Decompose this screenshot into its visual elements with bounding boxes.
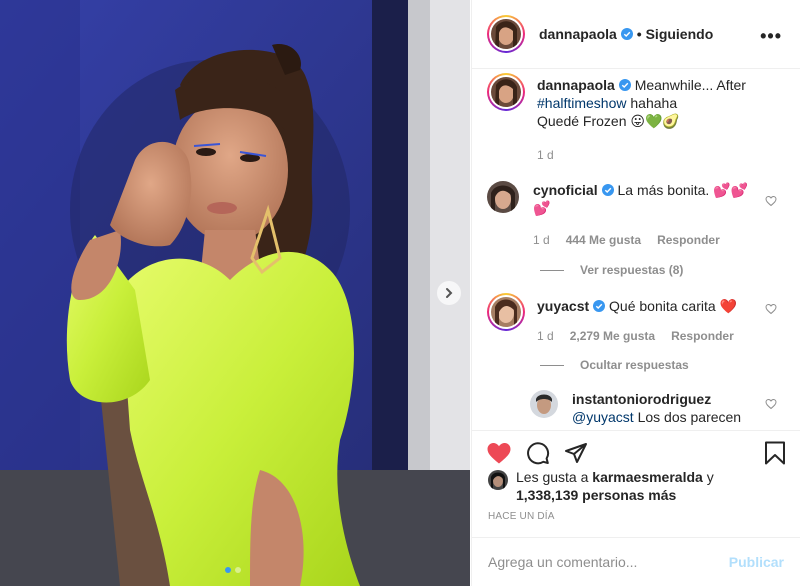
carousel-dot [235,567,241,573]
liker-username[interactable]: karmaesmeralda [592,469,703,485]
avatar-image [530,390,558,418]
chevron-right-icon [446,288,453,298]
more-icon[interactable]: ••• [760,26,782,47]
share-icon [565,442,587,463]
reply-avatar[interactable] [530,390,558,418]
caption-avatar[interactable] [487,73,525,111]
comment-username[interactable]: cynoficial [533,182,598,198]
caption-text: hahaha [630,95,678,111]
comment: yuyacst Qué bonita carita ❤️ 1 d 2,279 M… [487,293,785,345]
avatar-image [488,470,508,490]
following-status[interactable]: • Siguiendo [637,26,713,42]
heart-outline-icon[interactable] [765,195,777,207]
share-button[interactable] [564,441,588,465]
heart-outline-icon[interactable] [765,303,777,315]
comment-like-count[interactable]: 2,279 Me gusta [570,327,655,345]
verified-badge-icon [601,184,614,196]
caption-time: 1 d [537,148,554,162]
caption-text: Meanwhile... After [634,77,746,93]
verified-badge-icon [620,28,633,40]
reply-username[interactable]: instantoniorodriguez [572,391,711,407]
comment-avatar[interactable] [487,181,519,213]
caption-username[interactable]: dannapaola [537,77,615,93]
heart-filled-icon [487,442,511,463]
post-timestamp[interactable]: HACE UN DÍA [488,511,555,522]
comments-list: dannapaola Meanwhile... After #halftimes… [472,70,800,430]
comment-time: 1 d [537,329,554,343]
likes-prefix: Les gusta a [516,469,589,485]
carousel-dot-active [225,567,231,573]
reply-button[interactable]: Responder [657,231,720,249]
replies-divider [540,364,564,366]
replies-divider [540,269,564,271]
caption: dannapaola Meanwhile... After #halftimes… [487,73,785,164]
hide-replies-button[interactable]: Ocultar respuestas [540,358,785,372]
reply-button[interactable]: Responder [671,327,734,345]
view-replies-button[interactable]: Ver respuestas (8) [540,263,785,277]
bookmark-icon [765,441,785,464]
comment: cynoficial La más bonita. 💕💕💕 1 d 444 Me… [487,181,785,249]
post-image [0,0,470,586]
post-side-panel: dannapaola • Siguiendo ••• dannapaola Me… [471,0,800,586]
next-photo-button[interactable] [437,281,461,305]
avatar-image [491,297,521,327]
like-button[interactable] [486,441,512,465]
publish-button[interactable]: Publicar [729,554,784,570]
likes-count[interactable]: 1,338,139 personas más [516,487,676,503]
comment-icon [527,441,550,464]
post-photo[interactable] [0,0,470,586]
avatar-image [487,181,519,213]
comment-button[interactable] [526,441,550,465]
comment-text: Qué bonita carita ❤️ [609,298,737,314]
carousel-dots [225,567,241,573]
caption-text: Quedé Frozen 😛💚🥑 [537,113,680,129]
comment-like-count[interactable]: 444 Me gusta [566,231,641,249]
comment-input[interactable] [488,554,729,570]
header-username[interactable]: dannapaola [539,26,617,42]
verified-badge-icon [593,300,606,312]
comment-username[interactable]: yuyacst [537,298,589,314]
comment-time: 1 d [533,233,550,247]
liker-avatar [488,470,508,490]
save-button[interactable] [764,441,786,465]
comment-avatar[interactable] [487,293,525,331]
avatar-image [491,77,521,107]
reply-text: Los dos parecen [637,409,742,425]
add-comment-bar: Publicar [472,537,800,586]
likes-summary[interactable]: Les gusta a karmaesmeralda y 1,338,139 p… [488,468,790,504]
post-header: dannapaola • Siguiendo ••• [472,0,800,69]
heart-outline-icon[interactable] [765,398,777,410]
mention-link[interactable]: @yuyacst [572,409,634,425]
hide-replies-label: Ocultar respuestas [580,358,689,372]
verified-badge-icon [618,79,631,91]
avatar[interactable] [487,15,525,53]
view-replies-label: Ver respuestas (8) [580,263,684,277]
avatar-image [491,19,521,49]
likes-mid: y [706,469,714,485]
hashtag-link[interactable]: #halftimeshow [537,95,627,111]
reply-comment: instantoniorodriguez @yuyacst Los dos pa… [530,390,785,426]
